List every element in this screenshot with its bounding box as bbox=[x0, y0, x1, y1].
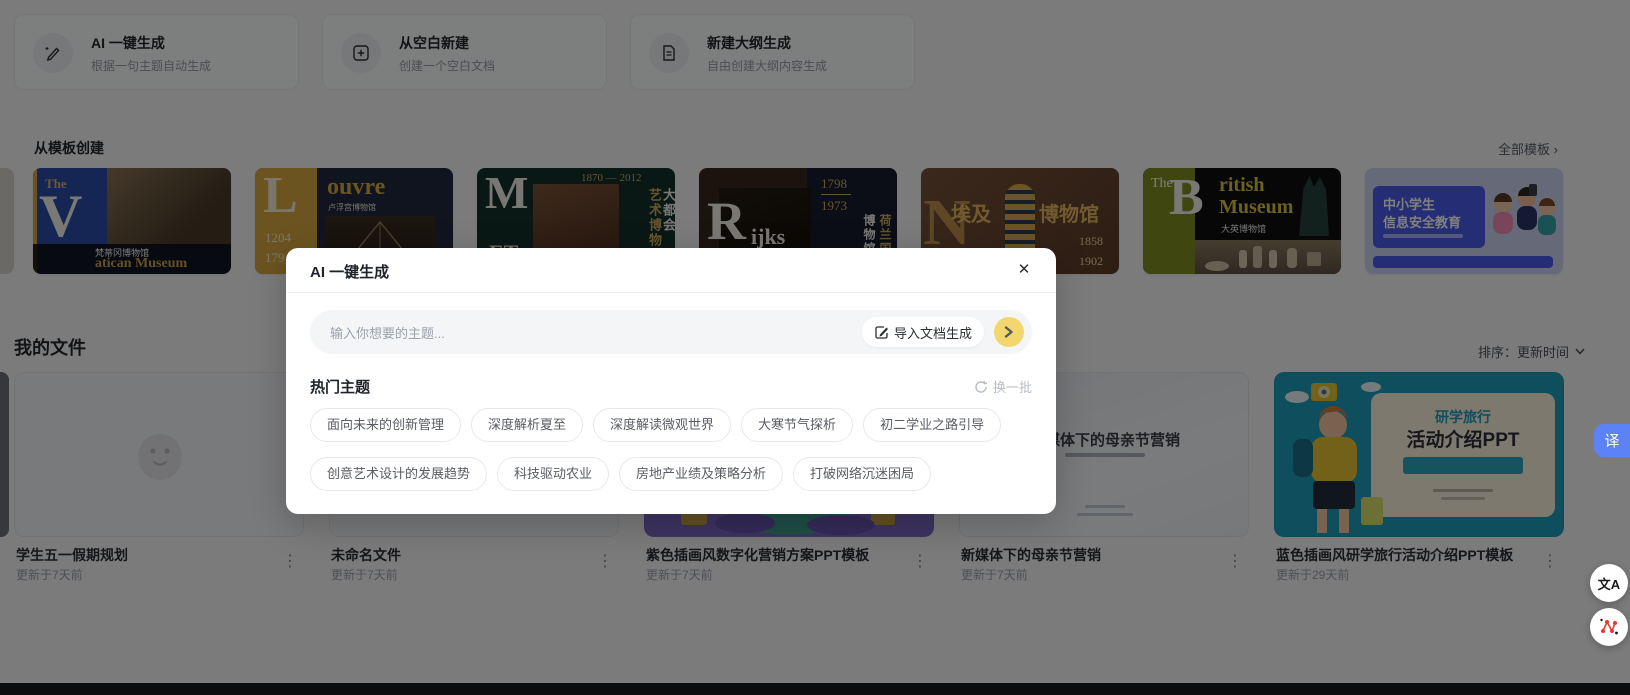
ai-generate-dialog: AI 一键生成 ✕ 导入文档生成 热门主题 bbox=[286, 248, 1056, 514]
topic-chip[interactable]: 初二学业之路引导 bbox=[863, 408, 1001, 442]
topic-chip[interactable]: 深度解析夏至 bbox=[471, 408, 583, 442]
divider bbox=[286, 292, 1056, 293]
hot-topics-title: 热门主题 bbox=[310, 376, 370, 397]
translate-icon: 文A bbox=[1598, 574, 1620, 593]
translate-pill-label: 译 bbox=[1604, 430, 1619, 451]
refresh-icon bbox=[974, 380, 988, 394]
import-document-label: 导入文档生成 bbox=[894, 323, 972, 342]
topic-chip-row-2: 创意艺术设计的发展趋势 科技驱动农业 房地产业绩及策略分析 打破网络沉迷困局 bbox=[310, 457, 931, 491]
topic-chip[interactable]: 创意艺术设计的发展趋势 bbox=[310, 457, 487, 491]
topic-chip[interactable]: 房地产业绩及策略分析 bbox=[619, 457, 783, 491]
send-button[interactable] bbox=[994, 317, 1024, 347]
topic-chip[interactable]: 大寒节气探析 bbox=[741, 408, 853, 442]
topic-chip[interactable]: 面向未来的创新管理 bbox=[310, 408, 461, 442]
refresh-topics-button[interactable]: 换一批 bbox=[974, 377, 1032, 396]
topic-input-pill: 导入文档生成 bbox=[310, 310, 1032, 354]
topic-chip[interactable]: 科技驱动农业 bbox=[497, 457, 609, 491]
translate-tool-button[interactable]: 文A bbox=[1590, 564, 1628, 602]
network-graph-icon bbox=[1599, 617, 1619, 637]
send-arrow-icon bbox=[1003, 326, 1015, 338]
close-icon[interactable]: ✕ bbox=[1012, 258, 1036, 282]
topic-chip-row-1: 面向未来的创新管理 深度解析夏至 深度解读微观世界 大寒节气探析 初二学业之路引… bbox=[310, 408, 1001, 442]
import-document-button[interactable]: 导入文档生成 bbox=[862, 317, 984, 347]
translate-pill-button[interactable]: 译 bbox=[1594, 424, 1630, 457]
refresh-topics-label: 换一批 bbox=[993, 377, 1032, 396]
import-doc-icon bbox=[874, 325, 889, 340]
graph-tool-button[interactable] bbox=[1590, 608, 1628, 646]
topic-chip[interactable]: 打破网络沉迷困局 bbox=[793, 457, 931, 491]
app-screen: AI 一键生成 根据一句主题自动生成 从空白新建 创建一个空白文档 新建大纲生成… bbox=[0, 0, 1630, 695]
topic-chip[interactable]: 深度解读微观世界 bbox=[593, 408, 731, 442]
topic-input[interactable] bbox=[328, 310, 772, 356]
dialog-title: AI 一键生成 bbox=[310, 261, 389, 282]
